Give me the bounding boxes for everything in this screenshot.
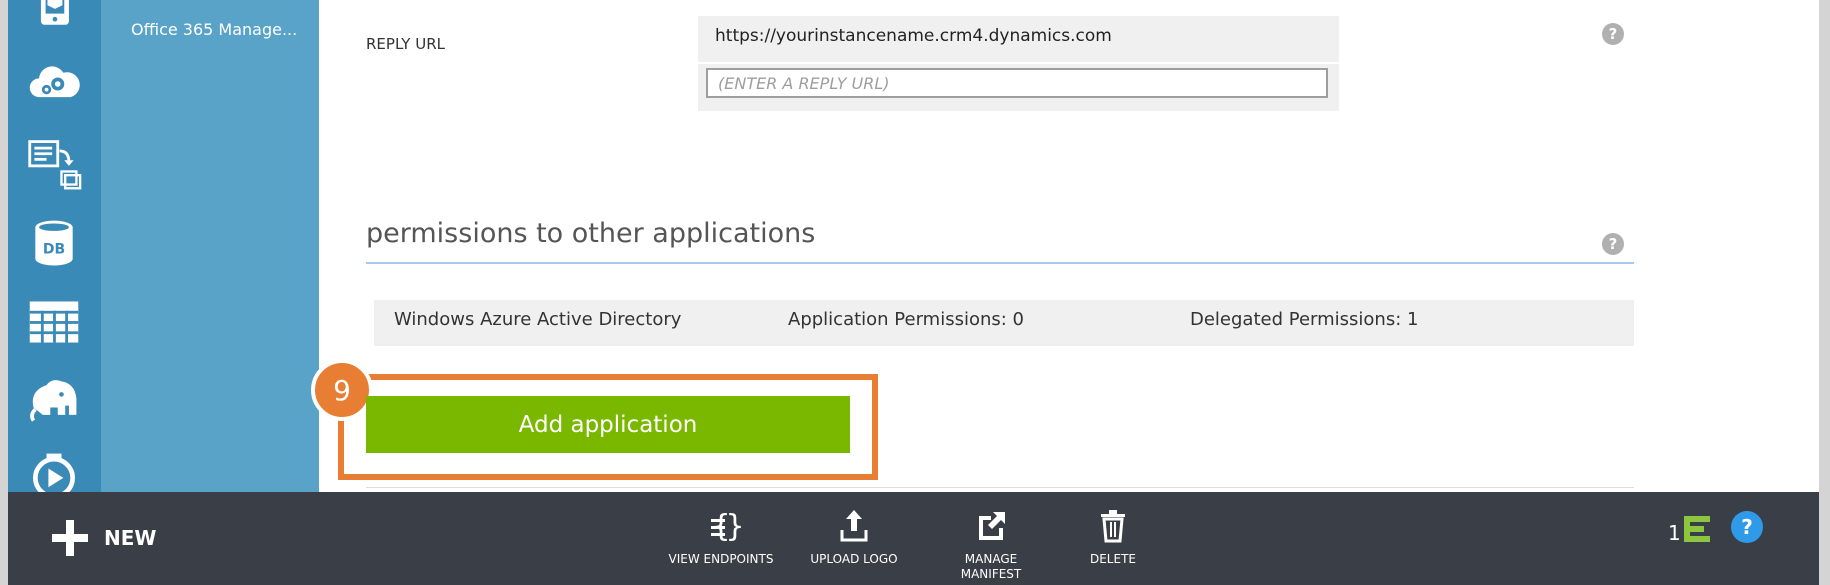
- sql-database-icon[interactable]: DB: [26, 216, 82, 272]
- delete-button[interactable]: DELETE: [1068, 506, 1158, 567]
- external-link-icon: [979, 512, 1005, 540]
- step-number-badge: 9: [311, 359, 373, 421]
- view-endpoints-label: VIEW ENDPOINTS: [668, 552, 774, 566]
- window-left-edge: [0, 0, 8, 585]
- storage-table-icon[interactable]: [26, 294, 82, 350]
- reply-url-divider: [698, 62, 1339, 64]
- new-button-label: NEW: [104, 526, 157, 550]
- activity-list-icon: [1683, 516, 1710, 542]
- section-underline: [366, 262, 1634, 264]
- new-button[interactable]: NEW: [50, 516, 156, 560]
- reply-url-help-icon[interactable]: ?: [1602, 23, 1624, 45]
- azure-portal-page: DB Office 365 Manage... REPLY URL https:…: [0, 0, 1830, 585]
- batch-icon[interactable]: [26, 136, 82, 192]
- nav-item-office365[interactable]: Office 365 Manage...: [131, 20, 297, 39]
- reply-url-label: REPLY URL: [366, 35, 445, 53]
- permission-app-name: Windows Azure Active Directory: [394, 309, 682, 330]
- reply-url-box: https://yourinstancename.crm4.dynamics.c…: [698, 16, 1339, 111]
- plus-icon: [52, 520, 88, 556]
- navigation-panel: Office 365 Manage...: [101, 0, 319, 492]
- add-application-button[interactable]: Add application: [366, 396, 850, 453]
- section-divider: [366, 487, 1634, 488]
- delegated-permissions-dropdown[interactable]: Delegated Permissions: 1: [1190, 309, 1418, 330]
- cloud-service-icon[interactable]: [26, 56, 82, 112]
- window-right-edge: [1819, 0, 1830, 585]
- command-bar: NEW { } VIEW ENDPOINTS UPLOAD LOGO: [8, 492, 1819, 585]
- reply-url-input[interactable]: [706, 68, 1328, 98]
- trash-icon: [1101, 510, 1125, 543]
- service-icon-rail: DB: [8, 0, 101, 499]
- application-configure-content: REPLY URL https://yourinstancename.crm4.…: [311, 0, 1819, 492]
- permissions-section-title: permissions to other applications: [366, 218, 816, 249]
- manage-manifest-button[interactable]: MANAGE MANIFEST: [930, 506, 1052, 582]
- permissions-help-icon[interactable]: ?: [1602, 233, 1624, 255]
- permission-row[interactable]: Windows Azure Active Directory Applicati…: [374, 300, 1634, 346]
- reply-url-value[interactable]: https://yourinstancename.crm4.dynamics.c…: [715, 26, 1112, 46]
- mobile-service-icon[interactable]: [26, 0, 82, 36]
- help-icon[interactable]: ?: [1731, 511, 1763, 543]
- notifications-indicator[interactable]: 1: [1668, 514, 1710, 544]
- svg-text:}: }: [726, 509, 741, 544]
- manage-manifest-label: MANAGE MANIFEST: [960, 552, 1022, 581]
- view-endpoints-button[interactable]: { } VIEW ENDPOINTS: [656, 506, 786, 567]
- upload-logo-button[interactable]: UPLOAD LOGO: [794, 506, 914, 567]
- delete-label: DELETE: [1089, 552, 1136, 566]
- upload-logo-label: UPLOAD LOGO: [810, 552, 898, 566]
- svg-text:DB: DB: [43, 241, 65, 257]
- application-permissions-dropdown[interactable]: Application Permissions: 0: [788, 309, 1024, 330]
- hdinsight-elephant-icon[interactable]: [26, 372, 82, 428]
- upload-icon: [840, 510, 868, 542]
- endpoints-braces-icon: { }: [711, 509, 741, 544]
- notification-count: 1: [1668, 521, 1681, 545]
